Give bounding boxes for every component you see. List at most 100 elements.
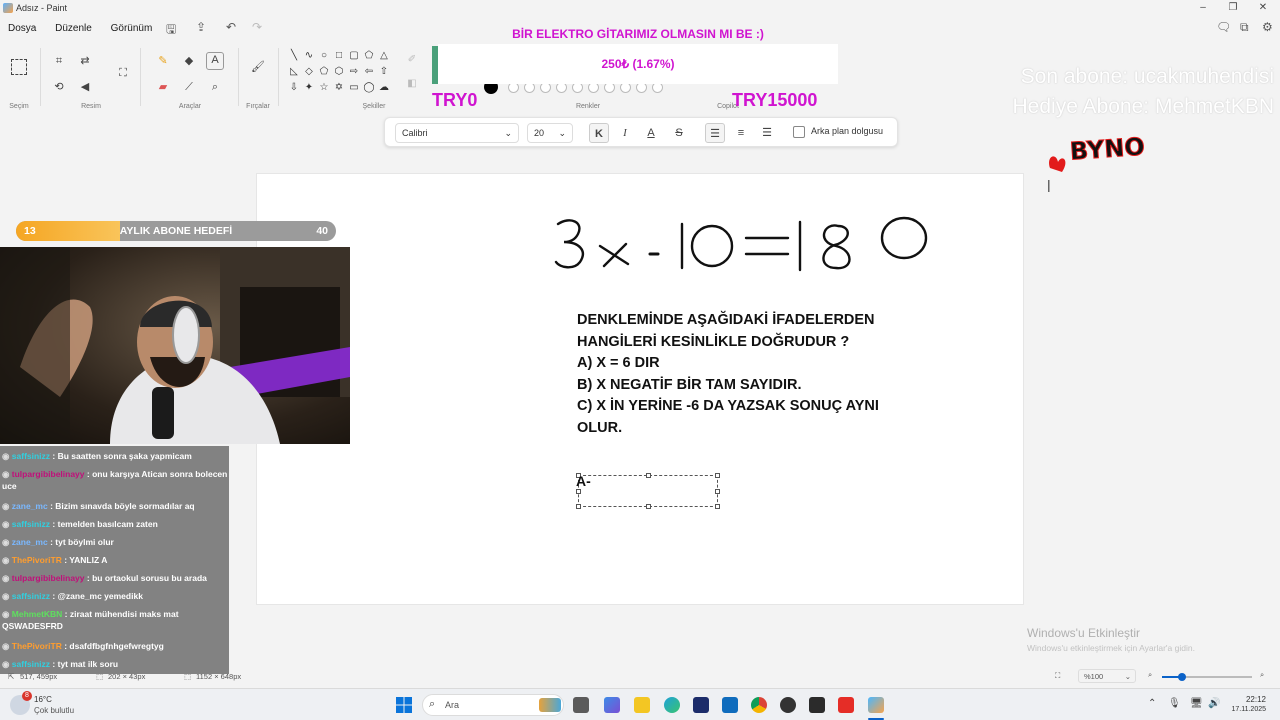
rounded-rect-shape-icon[interactable]: ▢	[348, 50, 360, 62]
select-icon[interactable]	[11, 59, 27, 75]
resize-handle[interactable]	[576, 489, 581, 494]
widgets-icon[interactable]	[604, 697, 620, 713]
align-right-button[interactable]: ☰	[757, 123, 777, 143]
curve-shape-icon[interactable]: ∿	[303, 50, 315, 62]
magnifier-icon[interactable]: ⌕	[208, 80, 222, 94]
tray-chevron-up-icon[interactable]: ⌃	[1148, 698, 1156, 709]
microphone-icon[interactable]: 🎙	[1168, 698, 1181, 709]
notification-icon[interactable]: 🗨	[1216, 20, 1231, 34]
pentagon-shape-icon[interactable]: ⬠	[318, 66, 330, 78]
file-explorer-icon[interactable]	[634, 697, 650, 713]
redo-icon[interactable]: ↷	[252, 20, 262, 34]
settings-icon[interactable]: ⚙	[1262, 20, 1273, 34]
star4-shape-icon[interactable]: ✦	[303, 82, 315, 94]
group-selection-label: Seçim	[9, 103, 29, 110]
arrow-left-shape-icon[interactable]: ⇦	[363, 66, 375, 78]
right-triangle-shape-icon[interactable]: ◺	[288, 66, 300, 78]
zoom-in-icon[interactable]: ⌕	[1260, 670, 1264, 680]
resize-handle[interactable]	[715, 489, 720, 494]
minimize-button[interactable]: –	[1188, 0, 1218, 16]
rectangle-shape-icon[interactable]: □	[333, 50, 345, 62]
save-icon[interactable]: 🖫	[166, 20, 176, 41]
font-family-dropdown[interactable]: Calibri ⌄	[395, 123, 519, 143]
maximize-button[interactable]: ❐	[1218, 0, 1248, 16]
crop-icon[interactable]: ⌗	[52, 54, 66, 68]
menu-view[interactable]: Görünüm	[103, 18, 161, 39]
align-left-button[interactable]: ☰	[705, 123, 725, 143]
background-fill-checkbox[interactable]	[793, 126, 805, 138]
callout-oval-shape-icon[interactable]: ◯	[363, 82, 375, 94]
outline-icon[interactable]: ✐	[406, 54, 418, 66]
polygon-shape-icon[interactable]: ⬠	[363, 50, 375, 62]
zoom-dropdown[interactable]: %100 ⌄	[1078, 669, 1136, 683]
network-icon[interactable]: 🖥	[1190, 698, 1203, 709]
windows-start-icon[interactable]	[396, 697, 412, 713]
taskbar-search[interactable]: ⌕ Ara	[422, 694, 564, 716]
fill-icon[interactable]: ◆	[182, 54, 196, 68]
arrow-down-shape-icon[interactable]: ⇩	[288, 82, 300, 94]
pencil-icon[interactable]: ✎	[156, 54, 170, 68]
store-icon[interactable]	[693, 697, 709, 713]
youtube-icon[interactable]	[838, 697, 854, 713]
font-family-value: Calibri	[402, 128, 428, 138]
hexagon-shape-icon[interactable]: ⬡	[333, 66, 345, 78]
resize-icon[interactable]: ⇄	[78, 54, 92, 68]
arrow-right-shape-icon[interactable]: ⇨	[348, 66, 360, 78]
italic-button[interactable]: I	[615, 123, 635, 143]
resize-handle[interactable]	[576, 504, 581, 509]
answer-text[interactable]: A-	[576, 473, 591, 489]
zoom-slider-thumb[interactable]	[1178, 673, 1186, 681]
paint-taskbar-icon[interactable]	[868, 697, 884, 713]
undo-icon[interactable]: ↶	[226, 20, 236, 34]
layers-icon[interactable]: ⧉	[1240, 20, 1249, 35]
notification-badge: 8	[22, 691, 32, 701]
bold-button[interactable]: K	[589, 123, 609, 143]
obs-icon[interactable]	[780, 697, 796, 713]
flip-icon[interactable]: ◀	[78, 80, 92, 94]
edge-icon[interactable]	[664, 697, 680, 713]
resize-handle[interactable]	[715, 504, 720, 509]
star6-shape-icon[interactable]: ✡	[333, 82, 345, 94]
line-shape-icon[interactable]: ╲	[288, 50, 300, 62]
sub-goal-label: AYLIK ABONE HEDEFİ	[119, 225, 233, 237]
color-picker-icon[interactable]: ⟋	[182, 80, 196, 94]
fit-window-icon[interactable]: ⛶	[1055, 671, 1060, 681]
font-size-dropdown[interactable]: 20 ⌄	[527, 123, 573, 143]
align-center-button[interactable]: ≡	[731, 123, 751, 143]
chat-username: tulpargibibelinayy	[11, 573, 85, 583]
share-icon[interactable]: ⇪	[196, 20, 206, 34]
menu-file[interactable]: Dosya	[0, 18, 44, 39]
text-tool-icon[interactable]: A	[206, 52, 224, 70]
media-app-icon[interactable]	[809, 697, 825, 713]
eraser-icon[interactable]: ▰	[156, 80, 170, 94]
rotate-icon[interactable]: ⟲	[52, 80, 66, 94]
fill-style-icon[interactable]: ◧	[406, 78, 418, 90]
zoom-out-icon[interactable]: ⌕	[1148, 670, 1152, 680]
brush-icon[interactable]: 🖌	[251, 60, 265, 74]
menu-edit[interactable]: Düzenle	[47, 18, 100, 39]
image-options-icon[interactable]: ⛶	[116, 66, 130, 80]
diamond-shape-icon[interactable]: ◇	[303, 66, 315, 78]
byno-logo: BYNO	[1044, 126, 1146, 192]
chat-message: ◉ ThePivoriTR : dsafdfbgfnhgefwregtyg	[2, 640, 228, 652]
strikethrough-button[interactable]: S	[669, 123, 689, 143]
resize-handle[interactable]	[715, 473, 720, 478]
resize-handle[interactable]	[646, 473, 651, 478]
star5-shape-icon[interactable]: ☆	[318, 82, 330, 94]
chrome-icon[interactable]	[751, 697, 767, 713]
close-button[interactable]: ✕	[1248, 0, 1278, 16]
text-box-selection[interactable]	[576, 473, 720, 509]
clock-date[interactable]: 17.11.2025	[1220, 706, 1266, 713]
task-view-icon[interactable]	[573, 697, 589, 713]
arrow-up-shape-icon[interactable]: ⇧	[378, 66, 390, 78]
oval-shape-icon[interactable]: ○	[318, 50, 330, 62]
triangle-shape-icon[interactable]: △	[378, 50, 390, 62]
underline-button[interactable]: A	[641, 123, 661, 143]
cloud-shape-icon[interactable]: ☁	[378, 82, 390, 94]
outlook-icon[interactable]	[722, 697, 738, 713]
clock-time[interactable]: 22:12	[1226, 695, 1266, 704]
resize-handle[interactable]	[646, 504, 651, 509]
callout-rect-shape-icon[interactable]: ▭	[348, 82, 360, 94]
weather-icon[interactable]: 8	[10, 691, 32, 715]
volume-icon[interactable]: 🔊	[1208, 698, 1220, 709]
